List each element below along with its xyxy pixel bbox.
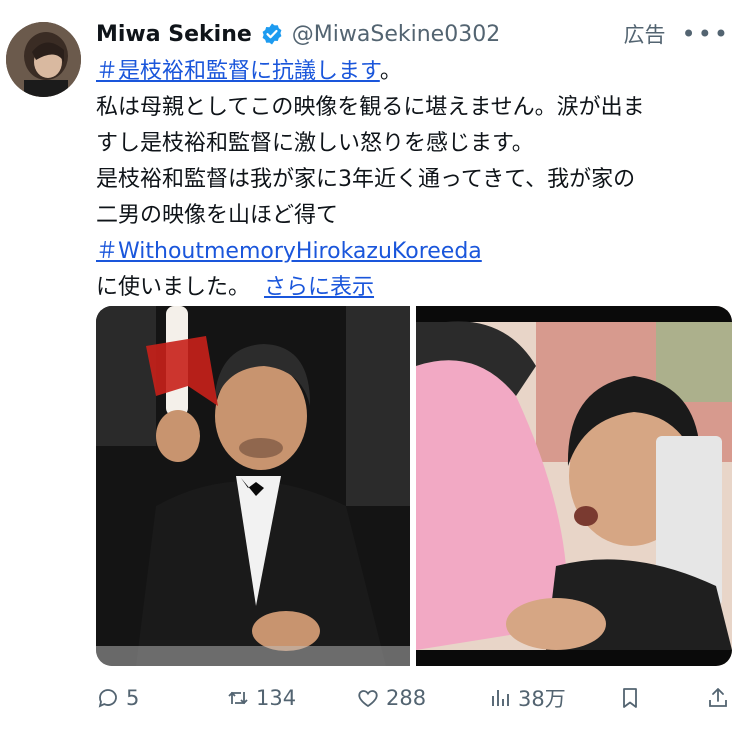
hashtag-link[interactable]: ＃是枝裕和監督に抗議します <box>96 59 380 84</box>
reply-button[interactable]: 5 <box>96 686 139 710</box>
photo-boy[interactable] <box>416 306 732 666</box>
action-bar: 5 134 288 38万 <box>96 676 736 720</box>
author-handle[interactable]: @MiwaSekine0302 <box>292 22 500 47</box>
views-button[interactable]: 38万 <box>488 683 566 713</box>
repost-button[interactable]: 134 <box>226 686 296 710</box>
share-icon <box>709 688 727 707</box>
text-line: 私は母親としてこの映像を観るに堪えません。涙が出ま <box>96 95 645 120</box>
avatar[interactable] <box>6 22 81 97</box>
like-button[interactable]: 288 <box>356 686 426 710</box>
bookmark-button[interactable] <box>618 686 648 710</box>
text-segment: に使いました。 <box>96 275 251 300</box>
post-text: ＃是枝裕和監督に抗議します。 私は母親としてこの映像を観るに堪えません。涙が出ま… <box>96 54 736 306</box>
photo-director[interactable] <box>96 306 410 666</box>
text-line: 是枝裕和監督は我が家に3年近く通ってきて、我が家の <box>96 167 636 192</box>
media-gallery <box>96 306 732 666</box>
views-icon <box>492 690 509 706</box>
views-count: 38万 <box>518 687 566 711</box>
reply-count: 5 <box>126 686 140 710</box>
share-button[interactable] <box>706 686 736 710</box>
like-icon <box>358 690 378 708</box>
like-count: 288 <box>386 686 427 710</box>
verified-badge-icon <box>260 22 284 46</box>
post-header: Miwa Sekine @MiwaSekine0302 広告 ••• <box>96 18 730 50</box>
ad-label: 広告 <box>623 23 666 47</box>
text-segment: 。 <box>379 59 402 84</box>
hashtag-link[interactable]: ＃WithoutmemoryHirokazuKoreeda <box>96 239 482 264</box>
repost-icon <box>228 691 248 705</box>
repost-count: 134 <box>256 686 297 710</box>
author-name[interactable]: Miwa Sekine <box>96 22 252 47</box>
text-line: 二男の映像を山ほど得て <box>96 203 339 228</box>
reply-icon <box>98 689 117 708</box>
text-line: すし是枝裕和監督に激しい怒りを感じます。 <box>96 131 534 156</box>
more-options-button[interactable]: ••• <box>682 20 730 48</box>
bookmark-icon <box>623 688 637 708</box>
show-more-link[interactable]: さらに表示 <box>264 275 374 300</box>
